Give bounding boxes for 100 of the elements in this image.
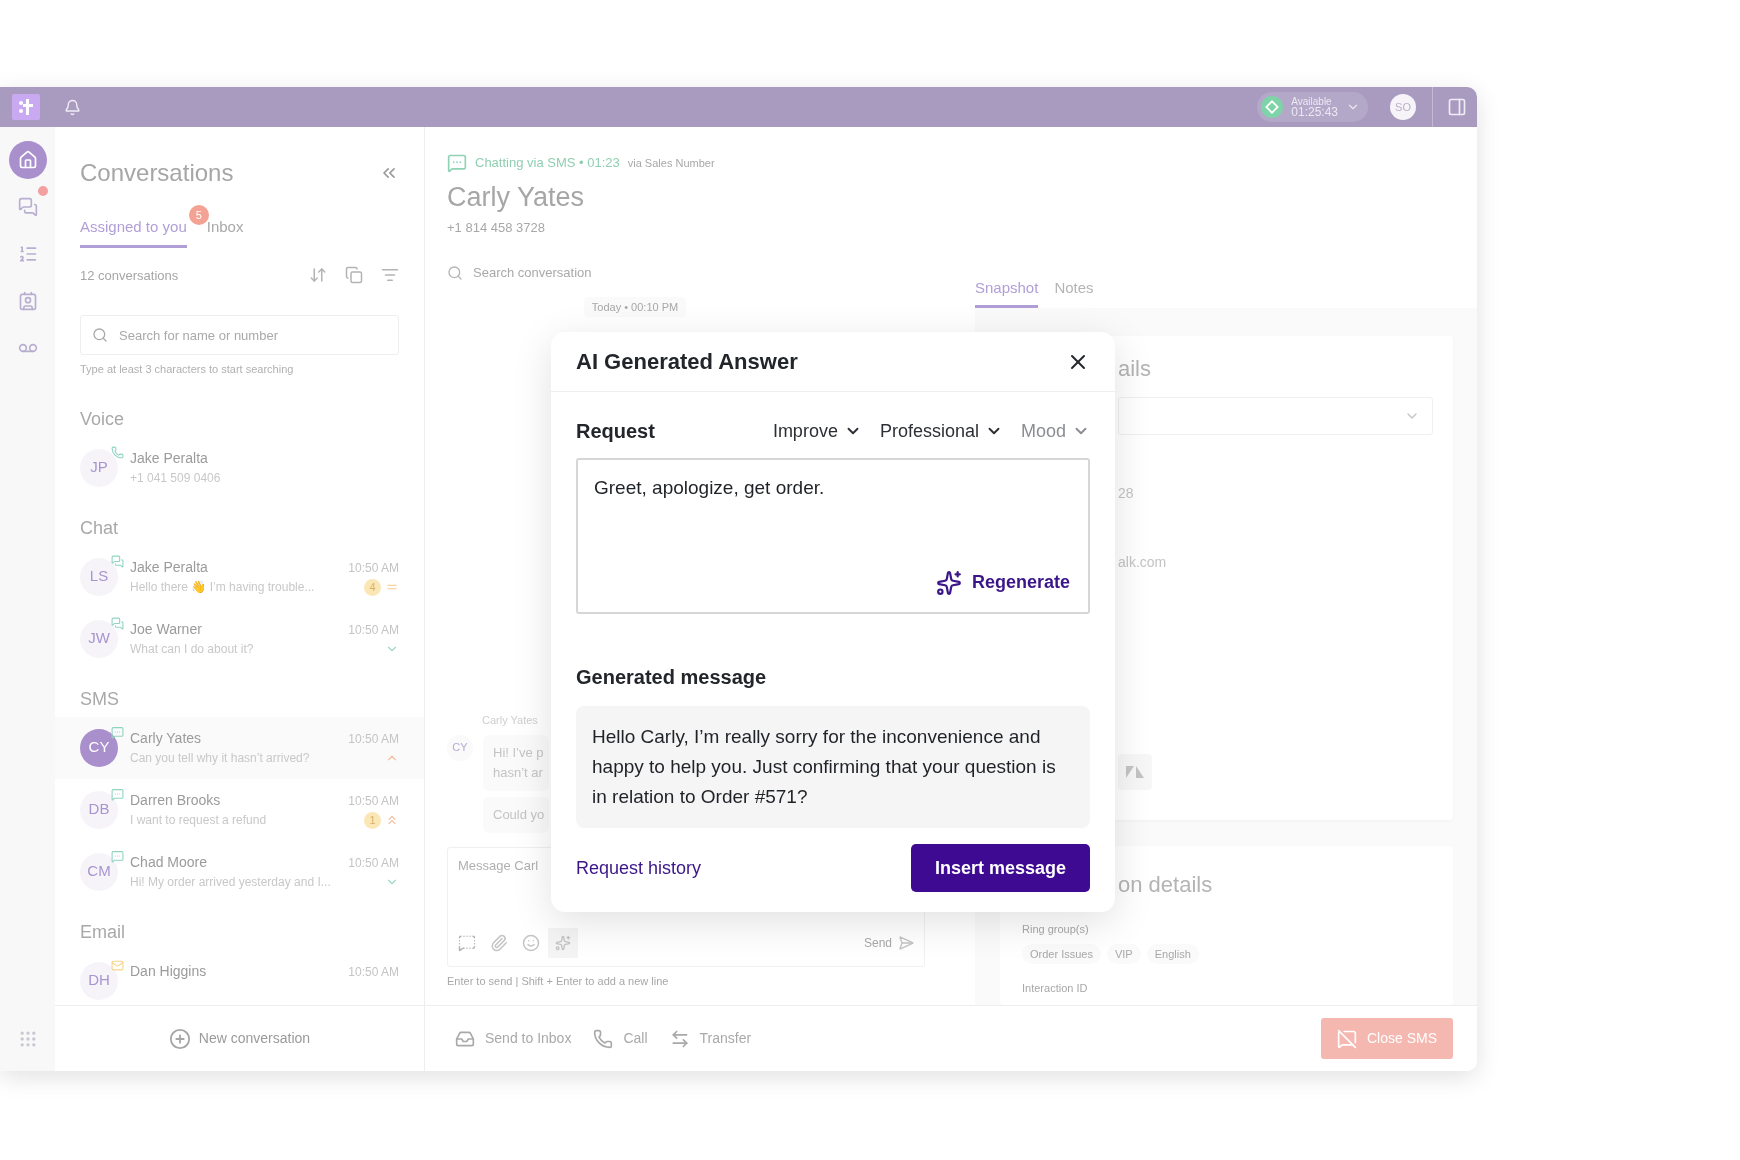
contact-book-icon bbox=[17, 291, 38, 311]
panel-title: Conversations bbox=[80, 158, 234, 188]
sms-icon bbox=[111, 849, 124, 863]
tab-badge: 5 bbox=[188, 205, 209, 225]
avatar: LS bbox=[80, 557, 118, 596]
field-label: Ring group(s) bbox=[1022, 922, 1089, 937]
dialog-title: AI Generated Answer bbox=[576, 348, 798, 376]
group-heading: Chat bbox=[79, 516, 120, 540]
insert-message-button[interactable]: Insert message bbox=[910, 844, 1090, 892]
composer-hint: Enter to send | Shift + Enter to add a new line bbox=[447, 973, 670, 989]
plus-icon bbox=[168, 1027, 191, 1050]
unread-count: 1 bbox=[364, 811, 381, 829]
search-field[interactable]: Search for name or number bbox=[80, 315, 399, 355]
action-button[interactable]: Call bbox=[593, 1028, 648, 1049]
tab[interactable]: Inbox bbox=[206, 216, 244, 248]
avatar: CY bbox=[447, 734, 473, 761]
tag: English bbox=[1146, 943, 1199, 964]
sparkle-icon bbox=[555, 934, 571, 951]
integration-button[interactable] bbox=[1118, 754, 1152, 790]
send-button[interactable]: Send bbox=[863, 933, 914, 952]
tab[interactable]: Notes bbox=[1054, 276, 1094, 308]
home-icon bbox=[17, 150, 38, 170]
group-heading: SMS bbox=[79, 687, 120, 711]
avatar: JP bbox=[80, 448, 118, 487]
generated-message: Hello Carly, I’m really sorry for the inconvenience and happy to help you. Just confirming that your question is in relation to Order #571? bbox=[576, 706, 1090, 828]
contact-name: Joe Warner bbox=[130, 620, 202, 639]
channel-source: via Sales Number bbox=[627, 155, 715, 171]
double-chevron-up-icon bbox=[385, 813, 399, 827]
time: 10:50 AM bbox=[348, 559, 399, 577]
contact-name: Dan Higgins bbox=[130, 962, 207, 981]
contact-name: Jake Peralta bbox=[130, 558, 208, 577]
chat-icon bbox=[111, 616, 124, 630]
app-logo bbox=[12, 94, 40, 120]
quick-reply-icon[interactable] bbox=[458, 933, 476, 952]
avatar: CY bbox=[80, 728, 118, 767]
contact-name: Carly Yates bbox=[447, 181, 586, 214]
contact-name: Darren Brooks bbox=[130, 791, 221, 810]
contact-name: Carly Yates bbox=[130, 729, 202, 748]
time: 10:50 AM bbox=[348, 621, 399, 639]
conversation-count: 12 conversations bbox=[80, 266, 179, 285]
sms-icon bbox=[111, 787, 124, 801]
phone-icon bbox=[593, 1028, 614, 1049]
card-title: on details bbox=[1118, 871, 1213, 899]
group-heading: Email bbox=[79, 920, 126, 944]
action-button[interactable]: Transfer bbox=[669, 1028, 752, 1049]
integration-logo-icon bbox=[1125, 765, 1145, 779]
avatar: JW bbox=[80, 619, 118, 658]
option-dropdown[interactable]: Mood bbox=[1020, 417, 1090, 445]
message-field[interactable]: Message Carl bbox=[458, 855, 568, 875]
close-sms-button[interactable]: Close SMS bbox=[1320, 1018, 1453, 1059]
contact-name: Jake Peralta bbox=[130, 449, 208, 468]
sort-icon[interactable] bbox=[309, 266, 327, 285]
select-icon[interactable] bbox=[345, 266, 363, 285]
chat-icon bbox=[17, 197, 38, 217]
status-selector[interactable]: Available 01:25:43 bbox=[1257, 92, 1368, 122]
section-label: Request bbox=[576, 419, 655, 444]
time: 10:50 AM bbox=[348, 792, 399, 810]
panel-toggle-icon[interactable] bbox=[1447, 97, 1467, 117]
list-icon bbox=[17, 244, 38, 264]
field-label: Interaction ID bbox=[1022, 981, 1088, 996]
time: 10:50 AM bbox=[348, 963, 399, 981]
avatar: DH bbox=[80, 961, 118, 1000]
user-avatar[interactable]: SO bbox=[1390, 94, 1416, 120]
send-icon bbox=[898, 934, 914, 951]
contact-phone: +1 814 458 3728 bbox=[447, 218, 546, 237]
section-label: Generated message bbox=[576, 665, 768, 690]
avatar: DB bbox=[80, 790, 118, 829]
emoji-icon[interactable] bbox=[522, 933, 540, 952]
group-heading: Voice bbox=[79, 407, 126, 431]
search-hint: Type at least 3 characters to start searching bbox=[80, 362, 295, 377]
option-dropdown[interactable]: Professional bbox=[879, 417, 1003, 445]
chat-off-icon bbox=[1336, 1028, 1357, 1049]
action-button[interactable]: Send to Inbox bbox=[455, 1028, 572, 1049]
attachment-icon[interactable] bbox=[490, 933, 508, 952]
ai-assist-button[interactable] bbox=[548, 927, 578, 958]
tag: Order Issues bbox=[1022, 943, 1101, 964]
card-title: ails bbox=[1118, 355, 1152, 383]
search-field[interactable]: Search conversation bbox=[473, 263, 953, 283]
contact-name: Chad Moore bbox=[130, 853, 208, 872]
regenerate-button[interactable]: Regenerate bbox=[935, 569, 1070, 596]
notifications-icon[interactable] bbox=[64, 98, 81, 116]
date-chip: Today • 00:10 PM bbox=[583, 296, 687, 317]
chat-icon bbox=[111, 554, 124, 568]
field-value: alk.com bbox=[1118, 553, 1168, 572]
mail-icon bbox=[111, 958, 124, 972]
unread-count: 4 bbox=[364, 578, 381, 596]
select-field[interactable] bbox=[1118, 397, 1433, 435]
channel-status: Chatting via SMS • 01:23 bbox=[475, 154, 620, 173]
tab[interactable]: Assigned to you bbox=[80, 216, 187, 248]
option-dropdown[interactable]: Improve bbox=[772, 417, 862, 445]
phone-icon bbox=[111, 445, 124, 459]
new-conversation-button[interactable]: New conversation bbox=[168, 1027, 311, 1050]
search-icon bbox=[447, 264, 463, 281]
search-icon bbox=[92, 327, 108, 343]
sms-icon bbox=[111, 725, 124, 739]
request-history-link[interactable]: Request history bbox=[576, 854, 702, 882]
tag: VIP bbox=[1106, 943, 1141, 964]
sparkle-icon bbox=[935, 569, 962, 596]
nav-item[interactable] bbox=[8, 141, 47, 179]
field-value: 28 bbox=[1118, 484, 1135, 503]
